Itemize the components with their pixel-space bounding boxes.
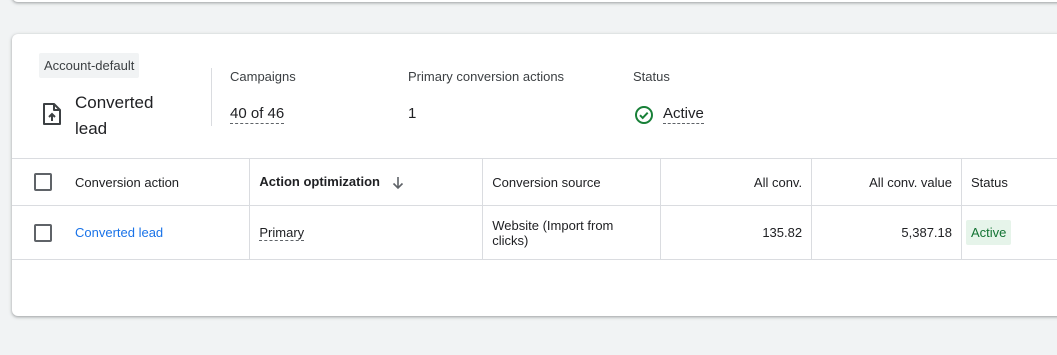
primary-actions-value: 1 bbox=[408, 105, 417, 122]
header-all-conv-value[interactable]: All conv. value bbox=[811, 158, 962, 206]
header-conversion-action[interactable]: Conversion action bbox=[65, 158, 251, 206]
account-default-chip: Account-default bbox=[39, 53, 140, 78]
header-action-optimization[interactable]: Action optimization bbox=[249, 158, 484, 206]
cell-all-conv-value: 5,387.18 bbox=[811, 205, 962, 260]
cell-conversion-action: Converted lead bbox=[65, 205, 251, 260]
header-status[interactable]: Status bbox=[961, 158, 1057, 206]
campaigns-count[interactable]: 40 of 46 bbox=[230, 105, 285, 124]
conversion-goal-card: Account-default Converted lead Campaigns… bbox=[12, 34, 1057, 316]
select-all-checkbox[interactable] bbox=[34, 173, 52, 191]
header-conversion-source[interactable]: Conversion source bbox=[482, 158, 662, 206]
header-all-conv[interactable]: All conv. bbox=[660, 158, 813, 206]
row-checkbox[interactable] bbox=[34, 223, 52, 242]
status-value[interactable]: Active bbox=[663, 105, 704, 124]
primary-actions-label: Primary conversion actions bbox=[408, 69, 565, 84]
action-optimization-value[interactable]: Primary bbox=[259, 225, 305, 241]
goal-name: Converted lead bbox=[75, 93, 154, 138]
header-action-optimization-label: Action optimization bbox=[259, 174, 380, 190]
status-text[interactable]: Active bbox=[663, 105, 704, 124]
conversion-actions-table: Conversion action Action optimization Co… bbox=[12, 158, 1057, 260]
table-row: Converted lead Primary Website (Import f… bbox=[12, 205, 1057, 260]
table-header-row: Conversion action Action optimization Co… bbox=[12, 158, 1057, 206]
goal-summary: Account-default Converted lead Campaigns… bbox=[12, 34, 1057, 158]
previous-card bbox=[12, 0, 1057, 2]
cell-all-conv: 135.82 bbox=[660, 205, 813, 260]
campaigns-value[interactable]: 40 of 46 bbox=[230, 105, 285, 124]
status-badge: Active bbox=[966, 220, 1012, 245]
arrow-down-icon bbox=[392, 176, 403, 189]
select-all-cell bbox=[12, 158, 66, 206]
cell-conversion-source: Website (Import from clicks) bbox=[482, 205, 662, 260]
summary-divider bbox=[211, 68, 212, 126]
status-label: Status bbox=[633, 69, 670, 84]
campaigns-label: Campaigns bbox=[230, 69, 296, 84]
row-select-cell bbox=[12, 205, 66, 260]
check-circle-icon bbox=[635, 106, 653, 124]
cell-status: Active bbox=[961, 205, 1057, 260]
conversion-action-link[interactable]: Converted lead bbox=[75, 225, 163, 240]
cell-action-optimization: Primary bbox=[249, 205, 484, 260]
upload-file-icon bbox=[43, 103, 61, 125]
